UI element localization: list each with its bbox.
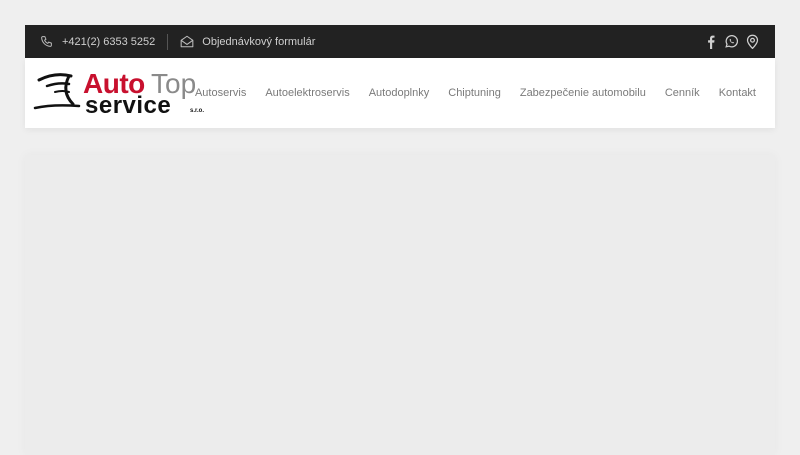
map-pin-icon[interactable]	[746, 34, 759, 49]
order-form-label: Objednávkový formulár	[202, 35, 316, 48]
nav-item-kontakt[interactable]: Kontakt	[709, 87, 775, 99]
facebook-icon[interactable]	[705, 35, 717, 49]
nav-item-zabezpecenie[interactable]: Zabezpečenie automobilu	[510, 87, 655, 99]
phone-icon	[40, 35, 53, 48]
nav-item-autodoplnky[interactable]: Autodoplnky	[359, 87, 439, 99]
content-area	[25, 155, 775, 455]
social-links	[705, 34, 775, 49]
nav-item-cennik[interactable]: Cenník	[655, 87, 709, 99]
nav-item-autoelektroservis[interactable]: Autoelektroservis	[256, 87, 359, 99]
order-form-link[interactable]: Objednávkový formulár	[180, 25, 315, 58]
main-nav: Autoservis Autoelektroservis Autodoplnky…	[185, 58, 775, 128]
nav-item-chiptuning[interactable]: Chiptuning	[439, 87, 511, 99]
logo-swoosh-icon	[33, 70, 87, 121]
logo-service-text: service	[85, 92, 172, 119]
divider	[167, 33, 169, 50]
phone-number: +421(2) 6353 5252	[62, 35, 156, 48]
main-header: Auto Top service s.r.o. Autoservis Autoe…	[25, 58, 775, 128]
envelope-icon	[180, 35, 194, 48]
top-bar: +421(2) 6353 5252 Objednávkový formulár	[25, 25, 775, 58]
phone-link[interactable]: +421(2) 6353 5252	[25, 25, 155, 58]
nav-item-autoservis[interactable]: Autoservis	[185, 87, 255, 99]
whatsapp-icon[interactable]	[724, 34, 739, 49]
